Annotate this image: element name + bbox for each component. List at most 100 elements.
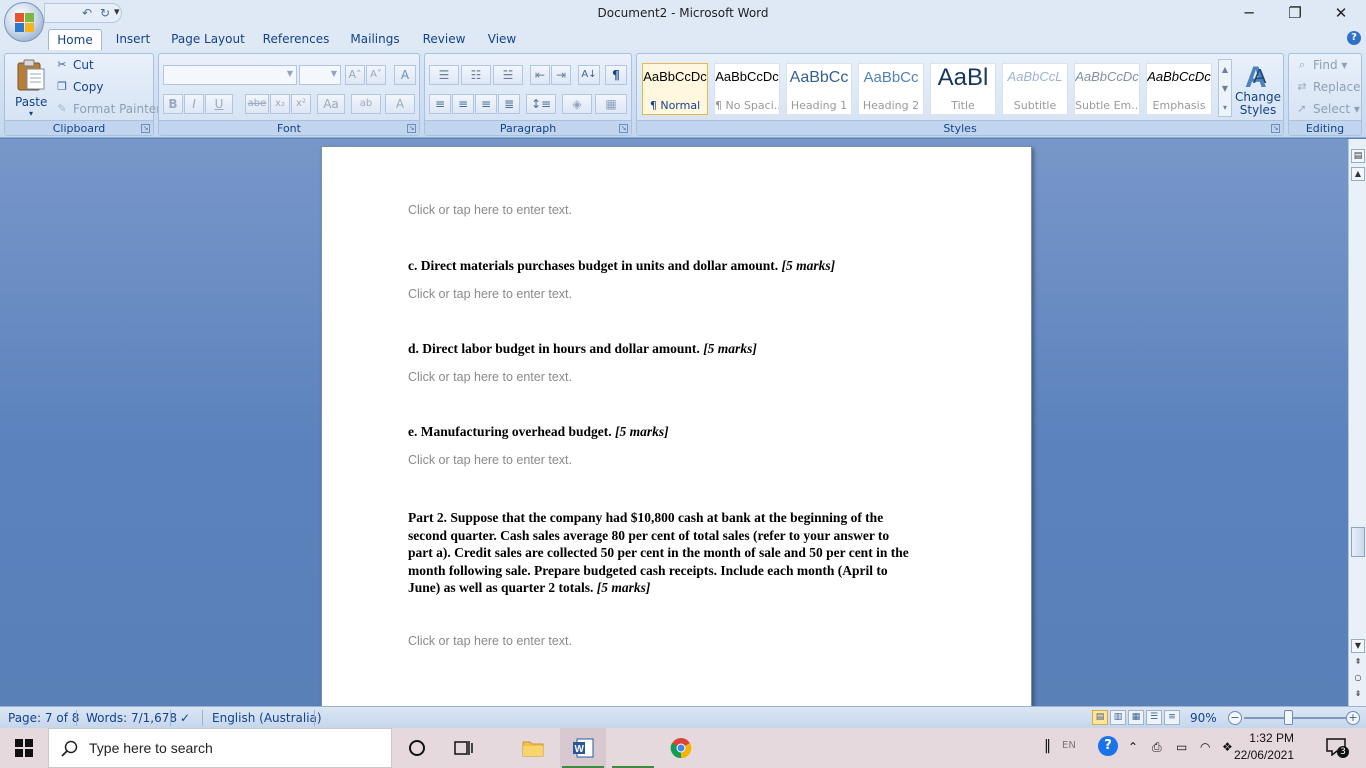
- tab-references[interactable]: References: [258, 29, 334, 50]
- style-heading-2[interactable]: AaBbCc Heading 2: [858, 63, 924, 115]
- proofing-icon[interactable]: ✓: [180, 711, 190, 725]
- show-hidden-icons-icon[interactable]: ⌃: [1128, 740, 1138, 754]
- align-right-button[interactable]: ≡: [475, 94, 497, 114]
- paste-button[interactable]: Paste ▾: [9, 56, 51, 120]
- file-explorer-button[interactable]: [510, 728, 556, 768]
- style-heading-1[interactable]: AaBbCc Heading 1: [786, 63, 852, 115]
- content-control-placeholder[interactable]: Click or tap here to enter text.: [408, 370, 572, 384]
- restore-button[interactable]: ❐: [1272, 2, 1318, 24]
- style-subtitle[interactable]: AaBbCcL Subtitle: [1002, 63, 1068, 115]
- tab-insert[interactable]: Insert: [108, 29, 158, 50]
- page-count[interactable]: Page: 7 of 8: [8, 711, 79, 725]
- numbering-button[interactable]: ☷: [461, 65, 491, 85]
- style-no-spacing[interactable]: AaBbCcDc ¶ No Spaci...: [714, 63, 780, 115]
- change-case-button[interactable]: Aa: [317, 94, 345, 114]
- word-taskbar-button[interactable]: W: [560, 728, 606, 768]
- blank-taskbar-button[interactable]: [610, 728, 656, 768]
- paragraph-launcher-icon[interactable]: ↘: [619, 124, 628, 133]
- select-browse-object-icon[interactable]: ○: [1351, 672, 1365, 686]
- sort-button[interactable]: A↓: [578, 65, 600, 85]
- clock-time[interactable]: 1:32 PM: [1249, 731, 1294, 745]
- align-left-button[interactable]: ≡: [429, 94, 451, 114]
- style-title[interactable]: AaBl Title: [930, 63, 996, 115]
- word-count[interactable]: Words: 7/1,678: [86, 711, 177, 725]
- increase-indent-button[interactable]: ⇥: [551, 65, 571, 85]
- font-size-combo[interactable]: ▼: [299, 65, 341, 85]
- multilevel-list-button[interactable]: ☱: [493, 65, 523, 85]
- tab-mailings[interactable]: Mailings: [344, 29, 406, 50]
- web-layout-view-icon[interactable]: ▦: [1128, 710, 1144, 725]
- zoom-in-button[interactable]: +: [1346, 711, 1360, 725]
- content-control-placeholder[interactable]: Click or tap here to enter text.: [408, 453, 572, 467]
- content-control-placeholder[interactable]: Click or tap here to enter text.: [408, 634, 572, 648]
- zoom-slider-thumb[interactable]: [1284, 710, 1293, 725]
- start-button[interactable]: [0, 728, 48, 768]
- style-subtle-emphasis[interactable]: AaBbCcDc Subtle Em...: [1074, 63, 1140, 115]
- meet-now-icon[interactable]: ⎙: [1152, 740, 1162, 755]
- strikethrough-button[interactable]: abe: [245, 94, 269, 114]
- styles-gallery-scroll[interactable]: ▲ ▼ ▾: [1218, 59, 1232, 117]
- align-center-button[interactable]: ≡: [452, 94, 474, 114]
- borders-button[interactable]: ▦: [595, 94, 627, 114]
- font-name-combo[interactable]: ▼: [163, 65, 297, 85]
- scroll-thumb[interactable]: [1351, 527, 1365, 557]
- select-button[interactable]: ➚ Select ▾: [1295, 102, 1359, 116]
- clipboard-launcher-icon[interactable]: ↘: [141, 124, 150, 133]
- zoom-slider-track[interactable]: [1244, 717, 1346, 719]
- task-view-button[interactable]: [440, 728, 486, 768]
- tab-review[interactable]: Review: [416, 29, 472, 50]
- justify-button[interactable]: ≣: [498, 94, 520, 114]
- format-painter-button[interactable]: ✎ Format Painter: [55, 102, 161, 116]
- italic-button[interactable]: I: [184, 94, 204, 114]
- battery-icon[interactable]: ▭: [1176, 740, 1187, 754]
- decrease-indent-button[interactable]: ⇤: [530, 65, 550, 85]
- bullets-button[interactable]: ☰: [429, 65, 459, 85]
- scroll-up-button[interactable]: ▲: [1351, 167, 1365, 181]
- help-tray-icon[interactable]: ?: [1098, 736, 1118, 756]
- scroll-down-button[interactable]: ▼: [1351, 639, 1365, 653]
- styles-launcher-icon[interactable]: ↘: [1271, 124, 1280, 133]
- zoom-level[interactable]: 90%: [1190, 711, 1217, 725]
- previous-page-icon[interactable]: ⇞: [1351, 656, 1365, 670]
- shrink-font-button[interactable]: A˅: [366, 65, 386, 85]
- shading-button[interactable]: ◈: [562, 94, 592, 114]
- clock-date[interactable]: 22/06/2021: [1234, 748, 1294, 762]
- tab-view[interactable]: View: [480, 29, 524, 50]
- full-screen-reading-view-icon[interactable]: ▥: [1110, 710, 1126, 725]
- content-control-placeholder[interactable]: Click or tap here to enter text.: [408, 287, 572, 301]
- zoom-out-button[interactable]: −: [1228, 711, 1242, 725]
- copy-button[interactable]: ❐ Copy: [55, 80, 103, 94]
- bold-button[interactable]: B: [163, 94, 183, 114]
- input-language[interactable]: EN: [1062, 740, 1076, 751]
- print-layout-view-icon[interactable]: ▤: [1092, 710, 1108, 725]
- superscript-button[interactable]: x²: [291, 94, 311, 114]
- style-normal[interactable]: AaBbCcDc ¶ Normal: [642, 63, 708, 115]
- document-page[interactable]: Click or tap here to enter text. c. Dire…: [321, 146, 1032, 706]
- replace-button[interactable]: ⇄ Replace: [1295, 80, 1360, 94]
- ruler-toggle-icon[interactable]: ▤: [1351, 149, 1365, 163]
- font-color-button[interactable]: A: [385, 94, 415, 114]
- minimize-button[interactable]: ─: [1226, 2, 1272, 24]
- cut-button[interactable]: ✂ Cut: [55, 58, 93, 72]
- show-formatting-marks-button[interactable]: ¶: [605, 65, 627, 85]
- taskbar-search-box[interactable]: Type here to search: [48, 728, 392, 768]
- subscript-button[interactable]: x₂: [270, 94, 290, 114]
- find-button[interactable]: ⌕ Find ▾: [1295, 58, 1348, 72]
- tab-page-layout[interactable]: Page Layout: [168, 29, 248, 50]
- font-launcher-icon[interactable]: ↘: [407, 124, 416, 133]
- help-icon[interactable]: ?: [1347, 31, 1361, 45]
- office-button[interactable]: [4, 2, 44, 42]
- underline-button[interactable]: U: [205, 94, 233, 114]
- line-spacing-button[interactable]: ↕≡: [526, 94, 556, 114]
- dropbox-icon[interactable]: ❖: [1222, 740, 1233, 754]
- highlight-button[interactable]: ab: [351, 94, 381, 114]
- next-page-icon[interactable]: ⇟: [1351, 688, 1365, 702]
- outline-view-icon[interactable]: ☰: [1146, 710, 1162, 725]
- style-emphasis[interactable]: AaBbCcDc Emphasis: [1146, 63, 1212, 115]
- draft-view-icon[interactable]: ≡: [1164, 710, 1180, 725]
- chrome-taskbar-button[interactable]: [658, 728, 704, 768]
- language-indicator[interactable]: English (Australia): [212, 711, 322, 725]
- notification-center-button[interactable]: 3: [1326, 738, 1349, 758]
- content-control-placeholder[interactable]: Click or tap here to enter text.: [408, 203, 572, 217]
- vertical-scrollbar[interactable]: ▤ ▲ ▼ ⇞ ○ ⇟: [1348, 139, 1366, 706]
